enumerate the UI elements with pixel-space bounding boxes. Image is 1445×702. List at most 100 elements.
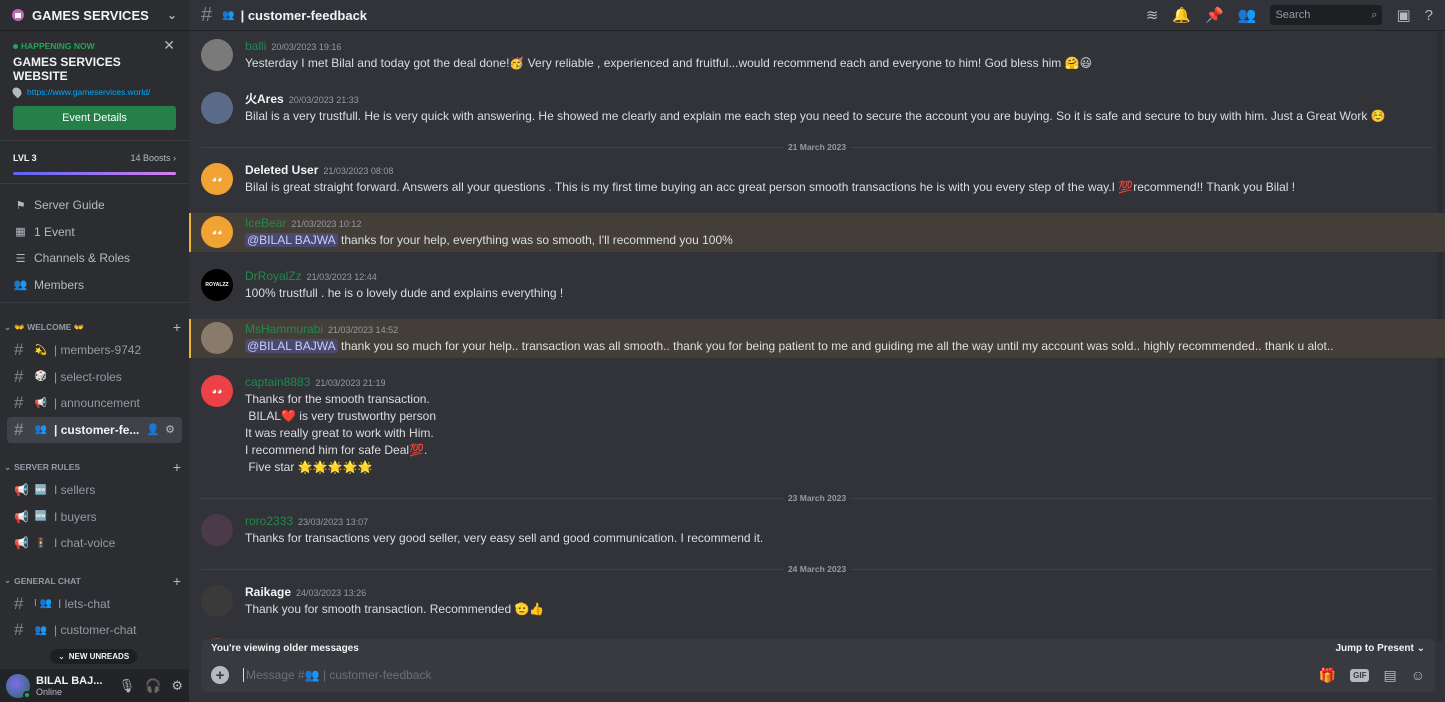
gift-icon[interactable]: 🎁: [1319, 667, 1336, 684]
channel-lets-chat[interactable]: # I 👥 I lets-chat: [7, 591, 182, 618]
avatar[interactable]: [201, 514, 233, 546]
message[interactable]: balli 20/03/2023 19:16 Yesterday I met Bil…: [189, 31, 1445, 75]
threads-icon[interactable]: ≋: [1146, 6, 1159, 24]
hash-icon: #: [14, 340, 24, 360]
username[interactable]: DrRoyalZz: [245, 269, 302, 283]
username[interactable]: captain8883: [245, 375, 310, 389]
inbox-icon[interactable]: ▣: [1396, 6, 1410, 24]
members-icon[interactable]: 👥: [1238, 6, 1257, 24]
username[interactable]: MsHammurabi: [245, 322, 323, 336]
date-divider-label: 21 March 2023: [787, 142, 847, 152]
gear-icon[interactable]: ⚙: [165, 423, 175, 436]
add-attachment-button[interactable]: +: [211, 666, 229, 684]
channel-chat-voice[interactable]: 📢 🚦 I chat-voice: [7, 530, 182, 557]
headphones-icon[interactable]: 🎧: [145, 678, 161, 694]
channel-emoji: 👥: [222, 9, 235, 21]
message[interactable]: ROYALZZ DrRoyalZz 21/03/2023 12:44 100% tru…: [189, 266, 1445, 305]
avatar[interactable]: [201, 92, 233, 124]
channel-emoji: 🆕: [34, 484, 48, 496]
category-welcome[interactable]: ⌄ 👐 WELCOME 👐 +: [0, 317, 189, 337]
jump-to-present-button[interactable]: Jump to Present ⌄: [1335, 643, 1425, 654]
nav-events[interactable]: ▦ 1 Event: [8, 219, 181, 246]
channel-emoji: 💫: [34, 344, 48, 356]
chevron-down-icon[interactable]: ⌄: [167, 8, 177, 22]
message[interactable]: roro2333 23/03/2023 13:07 Thanks for trans…: [189, 511, 1445, 550]
add-channel-icon[interactable]: +: [173, 459, 181, 475]
signpost-icon: ⚑: [15, 199, 26, 212]
username[interactable]: roro2333: [245, 514, 293, 528]
channel-emoji: I 👥: [34, 598, 53, 610]
help-icon[interactable]: ?: [1425, 7, 1433, 24]
message[interactable]: 火Ares 20/03/2023 21:33 Bilal is a very tru…: [189, 89, 1445, 128]
channel-emoji: 👥: [34, 624, 48, 636]
message[interactable]: MsHammurabi 21/03/2023 14:52 @BILAL BAJWA …: [189, 319, 1445, 358]
message-content: 100% trustfull . he is o lovely dude and…: [245, 286, 564, 300]
microphone-icon[interactable]: 🎙: [119, 678, 136, 694]
sticker-icon[interactable]: ▤: [1383, 667, 1396, 684]
search-placeholder: Search: [1275, 9, 1311, 21]
channel-emoji: 👥: [34, 424, 48, 436]
user-mention[interactable]: @BILAL BAJWA: [245, 339, 338, 353]
avatar[interactable]: ◕◕: [201, 216, 233, 248]
pin-icon[interactable]: 📌: [1205, 6, 1224, 24]
server-nav: ⚑ Server Guide ▦ 1 Event ☰ Channels & Roles…: [0, 184, 189, 303]
user-mention[interactable]: @BILAL BAJWA: [245, 233, 338, 247]
new-unreads-button[interactable]: ⌄ NEW UNREADS: [50, 649, 138, 664]
message-text: Bilal is great straight forward. Answers…: [245, 179, 1433, 196]
gif-button[interactable]: GIF: [1350, 668, 1370, 682]
event-details-button[interactable]: Event Details: [13, 106, 176, 130]
category-general-chat[interactable]: ⌄ GENERAL CHAT +: [0, 571, 189, 591]
bell-icon[interactable]: 🔔: [1172, 6, 1191, 24]
close-icon[interactable]: ✕: [163, 37, 175, 54]
gear-icon[interactable]: ⚙: [171, 678, 183, 694]
server-sidebar: GAMES SERVICES ⌄ HAPPENING NOW ✕ GAMES S…: [0, 0, 189, 702]
avatar[interactable]: [201, 585, 233, 617]
add-channel-icon[interactable]: +: [173, 319, 181, 335]
username[interactable]: Deleted User: [245, 163, 318, 177]
username[interactable]: IceBear: [245, 216, 286, 230]
username[interactable]: 火Ares: [245, 92, 284, 106]
channel-customer-feedback[interactable]: # 👥 | customer-fe... 👤 ⚙: [7, 416, 182, 443]
category-label: SERVER RULES: [14, 462, 81, 472]
message-list[interactable]: balli 20/03/2023 19:16 Yesterday I met Bil…: [189, 31, 1445, 702]
channel-customer-chat[interactable]: # 👥 | customer-chat: [7, 617, 182, 644]
channel-members[interactable]: # 💫 | members-9742: [7, 337, 182, 364]
avatar[interactable]: [201, 39, 233, 71]
server-header[interactable]: GAMES SERVICES ⌄: [0, 0, 189, 31]
discord-app: GAMES SERVICES ⌄ HAPPENING NOW ✕ GAMES S…: [0, 0, 1445, 702]
channel-label: I sellers: [54, 483, 96, 498]
avatar[interactable]: ◕◕: [201, 375, 233, 407]
chevron-down-icon: ⌄: [4, 575, 12, 585]
boost-progress[interactable]: LVL 3 14 Boosts ›: [0, 141, 189, 184]
channel-buyers[interactable]: 📢 🆕 I buyers: [7, 504, 182, 531]
event-link[interactable]: https://www.gameservices.world/: [27, 87, 150, 97]
search-input[interactable]: Search ⌕: [1270, 5, 1383, 25]
avatar[interactable]: [6, 673, 31, 699]
channel-label: | customer-fe...: [54, 422, 140, 437]
date-divider: 21 March 2023: [201, 142, 1433, 152]
category-server-rules[interactable]: ⌄ SERVER RULES +: [0, 457, 189, 477]
channel-select-roles[interactable]: # 🎲 | select-roles: [7, 364, 182, 391]
user-info[interactable]: BILAL BAJ... Online: [36, 675, 102, 697]
event-status: HAPPENING NOW: [13, 41, 176, 51]
message[interactable]: ◕◕ captain8883 21/03/2023 21:19 Thanks for …: [189, 372, 1445, 479]
username[interactable]: Raikage: [245, 585, 291, 599]
avatar[interactable]: ◕◕: [201, 163, 233, 195]
message[interactable]: ◕◕ IceBear 21/03/2023 10:12 @BILAL BAJWA th…: [189, 213, 1445, 252]
emoji-icon[interactable]: ☺: [1411, 667, 1425, 683]
message[interactable]: ◕◕ Deleted User 21/03/2023 08:08 Bilal is g…: [189, 160, 1445, 199]
avatar[interactable]: [201, 322, 233, 354]
channel-announcement[interactable]: # 📢 | announcement: [7, 390, 182, 417]
channel-sellers[interactable]: 📢 🆕 I sellers: [7, 477, 182, 504]
invite-icon[interactable]: 👤: [146, 423, 160, 436]
message-input[interactable]: [243, 668, 1319, 682]
nav-members[interactable]: 👥 Members: [8, 272, 181, 299]
add-channel-icon[interactable]: +: [173, 573, 181, 589]
message[interactable]: Raikage 24/03/2023 13:26 Thank you for smo…: [189, 582, 1445, 621]
nav-channels-roles[interactable]: ☰ Channels & Roles: [8, 245, 181, 272]
username[interactable]: balli: [245, 39, 266, 53]
search-icon: ⌕: [1371, 8, 1378, 21]
avatar[interactable]: ROYALZZ: [201, 269, 233, 301]
chat-main: # 👥 | customer-feedback ≋ 🔔 📌 👥 Search ⌕ …: [189, 0, 1445, 702]
nav-server-guide[interactable]: ⚑ Server Guide: [8, 192, 181, 219]
